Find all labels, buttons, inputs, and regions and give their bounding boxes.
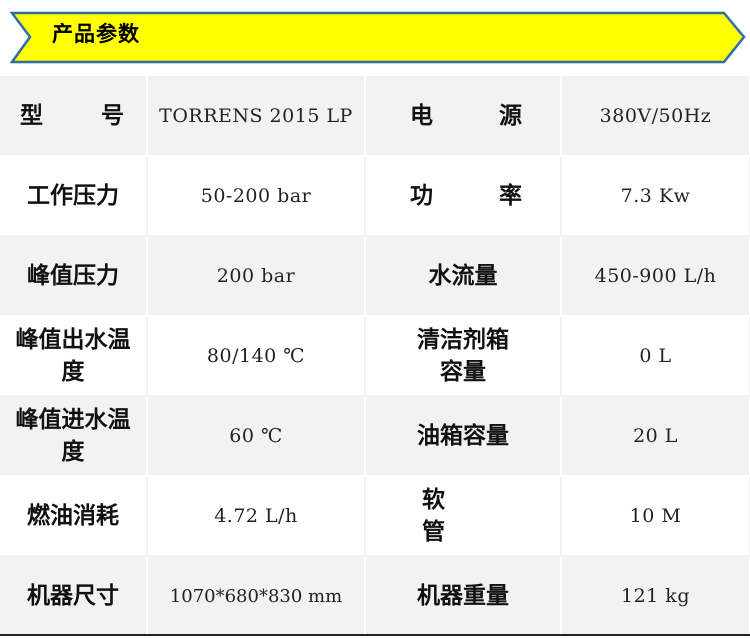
spec-label-hose: 软 管: [365, 476, 562, 557]
spec-label-working-pressure: 工作压力: [0, 156, 148, 237]
spec-label-machine-dimensions: 机器尺寸: [0, 556, 148, 637]
spec-table: 型 号 TORRENS 2015 LP 电 源 380V/50Hz 工作压力 5…: [0, 76, 750, 637]
spec-value-hose: 10 M: [561, 476, 750, 557]
table-row: 工作压力 50-200 bar 功 率 7.3 Kw: [0, 156, 750, 237]
section-banner: 产品参数: [0, 0, 750, 64]
spec-value-peak-outlet-temperature: 80/140 ℃: [147, 316, 366, 397]
spec-value-model: TORRENS 2015 LP: [147, 76, 366, 157]
spec-value-power-supply: 380V/50Hz: [561, 76, 750, 157]
table-row: 峰值压力 200 bar 水流量 450-900 L/h: [0, 236, 750, 317]
spec-value-fuel-consumption: 4.72 L/h: [147, 476, 366, 557]
spec-label-peak-pressure: 峰值压力: [0, 236, 148, 317]
spec-value-machine-dimensions: 1070*680*830 mm: [147, 556, 366, 637]
table-row: 峰值进水温度 60 ℃ 油箱容量 20 L: [0, 396, 750, 477]
spec-value-rated-power: 7.3 Kw: [561, 156, 750, 237]
spec-value-water-flow: 450-900 L/h: [561, 236, 750, 317]
spec-value-peak-inlet-temperature: 60 ℃: [147, 396, 366, 477]
spec-label-peak-outlet-temperature: 峰值出水温度: [0, 316, 148, 397]
spec-label-fuel-consumption: 燃油消耗: [0, 476, 148, 557]
spec-label-detergent-tank-capacity: 清洁剂箱容量: [365, 316, 562, 397]
banner-title: 产品参数: [52, 22, 140, 46]
spec-value-working-pressure: 50-200 bar: [147, 156, 366, 237]
table-row: 燃油消耗 4.72 L/h 软 管 10 M: [0, 476, 750, 557]
spec-label-power-supply: 电 源: [365, 76, 562, 157]
spec-value-fuel-tank-capacity: 20 L: [561, 396, 750, 477]
bottom-divider: [0, 634, 750, 636]
table-row: 型 号 TORRENS 2015 LP 电 源 380V/50Hz: [0, 76, 750, 157]
spec-label-machine-weight: 机器重量: [365, 556, 562, 637]
spec-value-peak-pressure: 200 bar: [147, 236, 366, 317]
spec-value-detergent-tank-capacity: 0 L: [561, 316, 750, 397]
spec-value-machine-weight: 121 kg: [561, 556, 750, 637]
table-row: 机器尺寸 1070*680*830 mm 机器重量 121 kg: [0, 556, 750, 637]
table-row: 峰值出水温度 80/140 ℃ 清洁剂箱容量 0 L: [0, 316, 750, 397]
spec-label-water-flow: 水流量: [365, 236, 562, 317]
spec-label-peak-inlet-temperature: 峰值进水温度: [0, 396, 148, 477]
spec-label-rated-power: 功 率: [365, 156, 562, 237]
spec-label-model: 型 号: [0, 76, 148, 157]
spec-label-fuel-tank-capacity: 油箱容量: [365, 396, 562, 477]
